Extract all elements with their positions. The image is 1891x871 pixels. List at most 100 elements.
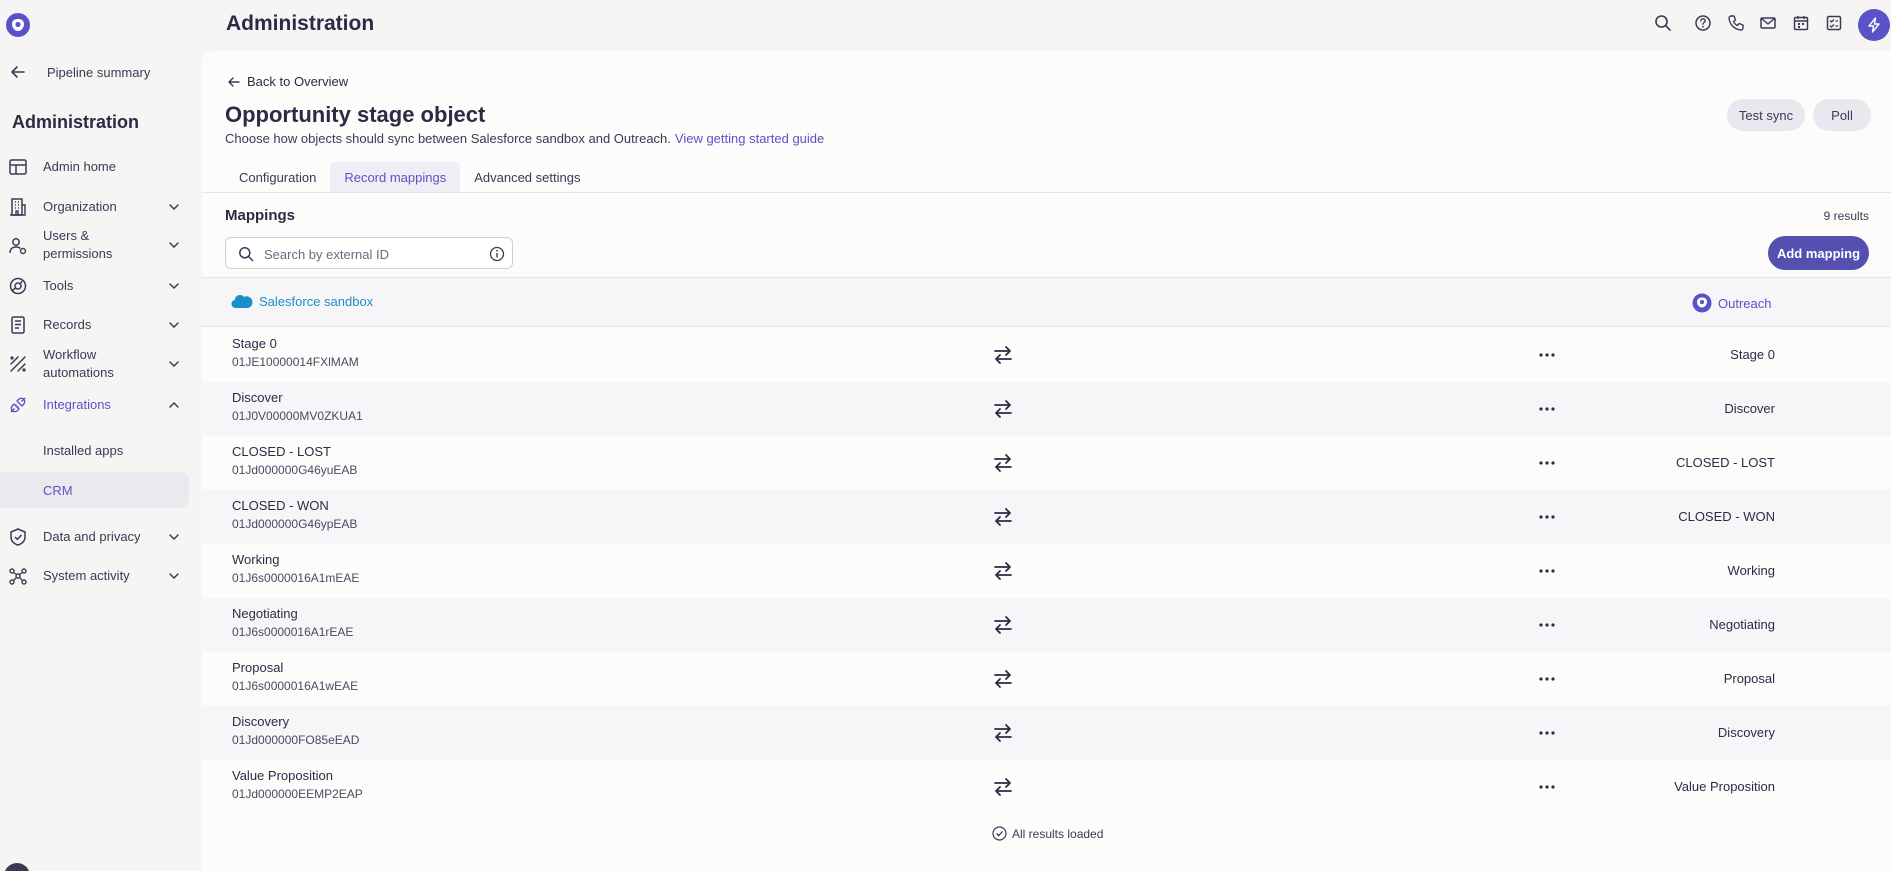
sidebar-item-records[interactable]: Records xyxy=(0,313,202,337)
sidebar-item-users-permissions[interactable]: Users & permissions xyxy=(0,227,202,263)
page-header-title: Administration xyxy=(226,12,375,35)
tab-configuration[interactable]: Configuration xyxy=(225,162,330,192)
source-header-label: Salesforce sandbox xyxy=(259,293,374,309)
source-external-id: 01J0V00000MV0ZKUA1 xyxy=(232,409,363,423)
table-row[interactable]: CLOSED - WON 01Jd000000G46ypEAB CLOSED - W… xyxy=(202,490,1891,544)
sync-arrows-icon xyxy=(994,778,1012,796)
source-record-name: Working xyxy=(232,552,280,567)
result-count: 9 results xyxy=(1823,209,1869,223)
sidebar-subitem-label: CRM xyxy=(43,482,73,498)
activity-icon xyxy=(9,568,27,585)
more-options-icon[interactable] xyxy=(1536,562,1558,580)
tab-record-mappings[interactable]: Record mappings xyxy=(330,162,461,192)
table-row[interactable]: Value Proposition 01Jd000000EEMP2EAP Value… xyxy=(202,760,1891,814)
table-row[interactable]: Proposal 01J6s0000016A1wEAE Proposal xyxy=(202,652,1891,706)
sidebar-item-label: Integrations xyxy=(43,397,111,412)
sidebar-subitem-crm[interactable]: CRM xyxy=(0,472,189,508)
more-options-icon[interactable] xyxy=(1536,670,1558,688)
table-row[interactable]: Stage 0 01JE10000014FXlMAM Stage 0 xyxy=(202,328,1891,382)
source-external-id: 01Jd000000G46yuEAB xyxy=(232,463,358,477)
bolt-icon xyxy=(1868,17,1880,33)
more-options-icon[interactable] xyxy=(1536,616,1558,634)
phone-icon[interactable] xyxy=(1727,14,1745,32)
more-options-icon[interactable] xyxy=(1536,778,1558,796)
sidebar-item-label-line2: automations xyxy=(43,365,114,380)
sidebar-item-integrations[interactable]: Integrations xyxy=(0,393,202,417)
user-avatar[interactable] xyxy=(4,863,30,871)
layout-icon xyxy=(9,159,27,175)
mapping-table-header: Salesforce sandbox Outreach xyxy=(202,277,1891,327)
sidebar-item-admin-home[interactable]: Admin home xyxy=(0,155,202,179)
target-record-name: CLOSED - WON xyxy=(1678,509,1775,524)
source-record-name: Negotiating xyxy=(232,606,298,621)
target-record-name: Stage 0 xyxy=(1730,347,1775,362)
target-record-name: Value Proposition xyxy=(1674,779,1775,794)
more-options-icon[interactable] xyxy=(1536,508,1558,526)
chevron-down-icon xyxy=(169,534,179,541)
sidebar: Pipeline summary Administration Admin ho… xyxy=(0,0,202,871)
workflow-icon xyxy=(10,356,26,372)
sidebar-item-system-activity[interactable]: System activity xyxy=(0,564,202,588)
sidebar-item-tools[interactable]: Tools xyxy=(0,274,202,298)
chevron-down-icon xyxy=(169,361,179,368)
search-external-id-input[interactable] xyxy=(264,244,479,264)
poll-button[interactable]: Poll xyxy=(1813,99,1871,131)
sidebar-item-workflow-automations[interactable]: Workflow automations xyxy=(0,346,202,382)
sidebar-item-label: Admin home xyxy=(43,159,116,174)
sidebar-item-label: Records xyxy=(43,317,92,332)
users-icon xyxy=(9,238,27,255)
search-icon xyxy=(239,247,254,262)
test-sync-button[interactable]: Test sync xyxy=(1727,99,1805,131)
table-row[interactable]: Negotiating 01J6s0000016A1rEAE Negotiating xyxy=(202,598,1891,652)
back-to-pipeline-button[interactable]: Pipeline summary xyxy=(0,60,202,84)
add-mapping-button[interactable]: Add mapping xyxy=(1768,236,1869,270)
shield-icon xyxy=(10,528,26,546)
bolt-button[interactable] xyxy=(1858,9,1890,41)
mappings-title: Mappings xyxy=(225,207,295,224)
main-panel: Back to Overview Opportunity stage objec… xyxy=(202,51,1891,871)
back-label: Pipeline summary xyxy=(47,65,151,80)
sidebar-item-organization[interactable]: Organization xyxy=(0,195,202,219)
chevron-down-icon xyxy=(169,573,179,580)
sidebar-item-label: Workflow xyxy=(43,347,97,362)
back-to-overview-link[interactable]: Back to Overview xyxy=(227,74,348,89)
outreach-logo-icon[interactable] xyxy=(6,13,30,37)
plug-icon xyxy=(10,397,26,413)
help-icon[interactable] xyxy=(1694,14,1712,32)
more-options-icon[interactable] xyxy=(1536,346,1558,364)
target-record-name: Discover xyxy=(1724,401,1775,416)
table-row[interactable]: Working 01J6s0000016A1mEAE Working xyxy=(202,544,1891,598)
calendar-icon[interactable] xyxy=(1792,14,1810,32)
target-record-name: Negotiating xyxy=(1709,617,1775,632)
outreach-logo-icon xyxy=(1692,293,1712,313)
search-icon[interactable] xyxy=(1654,14,1672,32)
sidebar-item-data-privacy[interactable]: Data and privacy xyxy=(0,525,202,549)
source-external-id: 01J6s0000016A1mEAE xyxy=(232,571,360,585)
info-icon[interactable] xyxy=(489,246,505,262)
source-record-name: CLOSED - LOST xyxy=(232,444,331,459)
tasks-icon[interactable] xyxy=(1825,14,1843,32)
table-row[interactable]: CLOSED - LOST 01Jd000000G46yuEAB CLOSED - … xyxy=(202,436,1891,490)
sync-arrows-icon xyxy=(994,616,1012,634)
more-options-icon[interactable] xyxy=(1536,454,1558,472)
sidebar-subitem-installed-apps[interactable]: Installed apps xyxy=(0,432,189,468)
table-row[interactable]: Discover 01J0V00000MV0ZKUA1 Discover xyxy=(202,382,1891,436)
chevron-down-icon xyxy=(169,242,179,249)
sync-arrows-icon xyxy=(994,508,1012,526)
page-title: Opportunity stage object xyxy=(225,102,486,127)
sidebar-item-label: System activity xyxy=(43,568,130,583)
arrow-left-icon xyxy=(11,66,25,78)
records-icon xyxy=(11,316,25,334)
target-header-label: Outreach xyxy=(1718,295,1772,311)
table-row[interactable]: Discovery 01Jd000000FO85eEAD Discovery xyxy=(202,706,1891,760)
chevron-up-icon xyxy=(169,401,179,408)
sync-arrows-icon xyxy=(994,454,1012,472)
more-options-icon[interactable] xyxy=(1536,724,1558,742)
more-options-icon[interactable] xyxy=(1536,400,1558,418)
building-icon xyxy=(10,198,26,216)
sidebar-subitem-label: Installed apps xyxy=(43,442,124,458)
mail-icon[interactable] xyxy=(1759,14,1777,32)
getting-started-guide-link[interactable]: View getting started guide xyxy=(675,131,824,146)
sidebar-item-label: Tools xyxy=(43,278,74,293)
tab-advanced-settings[interactable]: Advanced settings xyxy=(460,162,594,192)
